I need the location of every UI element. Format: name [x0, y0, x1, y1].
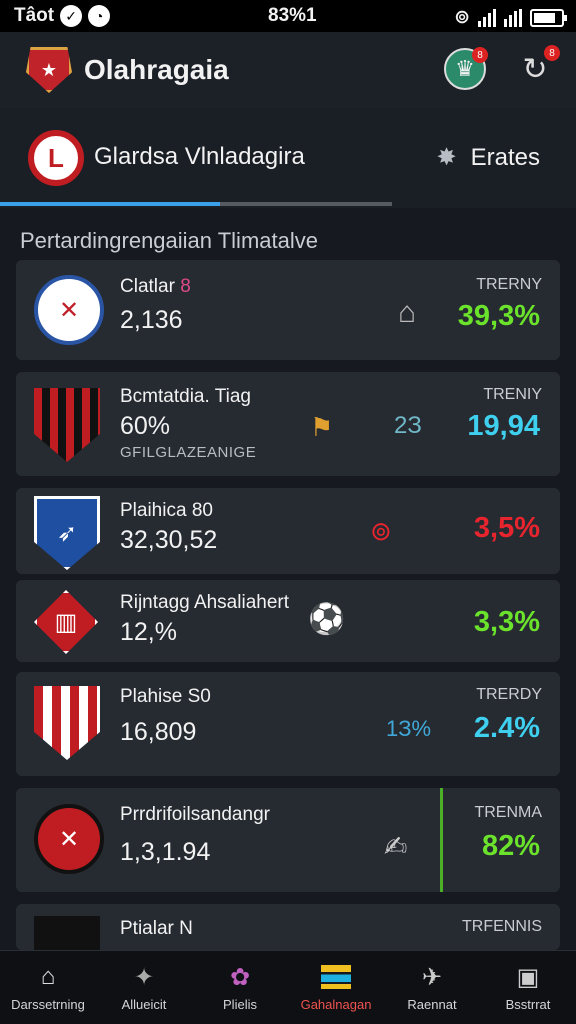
team-value: 60% [120, 412, 171, 440]
team-value: 1,3,1.94 [120, 838, 211, 866]
team-name: Rijntagg Ahsaliahert [120, 592, 289, 613]
team-card[interactable]: Plahise S0 16,809 1З% TRERDY 2.4% [16, 672, 560, 776]
carrier-text: Tâot [14, 5, 55, 26]
status-time: 83%1 [268, 5, 317, 26]
gear-star-icon: ✸ [436, 144, 457, 171]
trend-label: TRENMA [474, 804, 542, 821]
team-sub: GFILGLAZEANIGE [120, 444, 257, 461]
trend-value: 82% [481, 830, 540, 862]
team-crest: ✕ [34, 275, 104, 345]
nav-item-home[interactable]: ⌂ Darssetrning [0, 951, 96, 1024]
status-bar: Tâot ✓ ◔ 83%1 ⊚ [0, 0, 576, 32]
trend-label: TRFENNIS [462, 918, 542, 935]
notification-badge: 8 [472, 47, 488, 63]
trend-value: 3,5% [473, 512, 540, 544]
trend-label: TRERNY [476, 276, 542, 293]
team-value: 16,809 [120, 718, 197, 746]
nav-item-standings[interactable]: Gahalnagan [288, 951, 384, 1024]
divider [440, 788, 443, 892]
wifi-icon [504, 8, 522, 27]
helmet-icon: ⊚ [370, 516, 392, 546]
team-card[interactable]: ▥ Rijntagg Ahsaliahert 12,% ⚽ 3,3% [16, 580, 560, 662]
notification-badge: 8 [544, 45, 560, 61]
rank-value: 1З% [386, 716, 432, 741]
team-value: 32,30,52 [120, 526, 218, 554]
home-icon: ⌂ [398, 296, 417, 329]
standings-icon [321, 963, 351, 991]
players-icon: ✦ [133, 963, 155, 991]
stats-icon: ✿ [229, 963, 251, 991]
team-card[interactable]: Ptialar N TRFENNIS [16, 904, 560, 950]
league-extra-label: Erates [470, 143, 540, 171]
team-name: Clatlar 8 [120, 276, 191, 297]
trend-label: TRENIY [483, 386, 542, 403]
team-crest: ✕ [34, 804, 104, 874]
team-value: 2,136 [120, 306, 183, 334]
section-title: Pertardingrengaiian Tlimatalve [20, 228, 318, 253]
team-value: 12,% [120, 618, 177, 646]
league-name[interactable]: Glardsa Vlnladagira [94, 143, 305, 171]
team-name: Bcmtatdia. Tiag [120, 386, 251, 407]
league-logo: L [28, 130, 84, 186]
team-card[interactable]: ✕ Clatlar 8 2,136 ⌂ TRERNY 39,3% [16, 260, 560, 360]
team-name: Prrdrifoilsandangr [120, 804, 270, 825]
app-title: Olahragaia [84, 54, 229, 85]
app-bar: ★ Olahragaia ♛ 8 ↻ 8 [0, 32, 576, 108]
check-icon: ✓ [60, 5, 83, 27]
runner-icon: ⚽ [308, 603, 346, 636]
team-card[interactable]: ✕ Prrdrifoilsandangr 1,3,1.94 ✍ TRENMA 8… [16, 788, 560, 892]
app-logo: ★ [26, 47, 72, 93]
player-icon: ⚑ [310, 412, 334, 442]
team-card[interactable]: ➶ Plaihica 80 32,30,52 ⊚ 3,5% [16, 488, 560, 574]
trend-label: TRERDY [476, 686, 542, 703]
trend-value: 3,3% [473, 606, 540, 638]
tab-track [0, 202, 392, 206]
battery-icon [530, 8, 567, 27]
team-crest: ▥ [34, 590, 98, 654]
nav-item-stats[interactable]: ✿ Plielis [192, 951, 288, 1024]
news-icon: ✈ [421, 963, 443, 991]
team-name: Plaihica 80 [120, 500, 213, 521]
home-icon: ⌂ [40, 963, 56, 990]
tab-indicator [0, 202, 220, 206]
trend-value: 2.4% [473, 712, 540, 744]
team-crest: ➶ [34, 496, 100, 570]
nav-item-settings[interactable]: ▣ Bsstrrat [480, 951, 576, 1024]
nav-item-news[interactable]: ✈ Raennat [384, 951, 480, 1024]
settings-icon: ▣ [516, 963, 540, 991]
bottom-nav: ⌂ Darssetrning ✦ Allueicit ✿ Plielis Gah… [0, 950, 576, 1024]
trend-value: 19,94 [467, 410, 540, 442]
league-selector[interactable]: L Glardsa Vlnladagira ✸ Erates [0, 108, 576, 208]
trophy-icon[interactable]: ♛ 8 [444, 47, 488, 90]
refresh-icon[interactable]: ↻ 8 [514, 45, 560, 90]
clock-icon: ◔ [88, 5, 111, 27]
nav-item-players[interactable]: ✦ Allueicit [96, 951, 192, 1024]
team-card[interactable]: Bcmtatdia. Tiag 60% GFILGLAZEANIGE ⚑ 2З … [16, 372, 560, 476]
trend-value: 39,3% [457, 300, 540, 332]
team-name: Plahise S0 [120, 686, 211, 707]
team-name: Ptialar N [120, 918, 193, 939]
signal-icon [478, 8, 496, 27]
league-extra-tab[interactable]: ✸ Erates [437, 143, 540, 172]
team-crest [34, 916, 100, 950]
rank-value: 2З [394, 412, 422, 439]
team-crest [34, 686, 100, 760]
team-crest [34, 388, 100, 462]
bird-icon: ✍ [384, 831, 408, 862]
alarm-icon: ⊚ [454, 7, 470, 28]
